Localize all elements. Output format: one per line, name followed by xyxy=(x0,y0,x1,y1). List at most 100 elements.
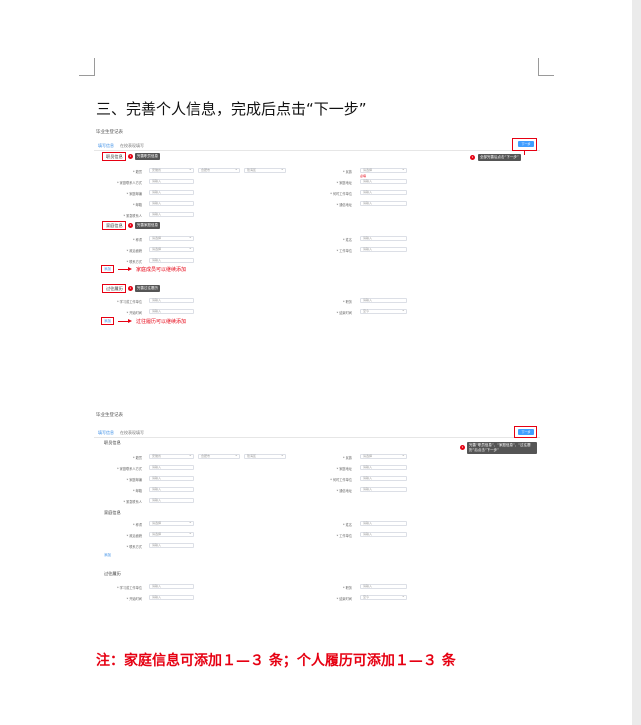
input-mail-address[interactable]: 请输入 xyxy=(360,201,407,206)
input-mail-address[interactable]: 请输入 xyxy=(360,487,407,492)
form-title: 毕业生登记表 xyxy=(96,130,123,135)
input-emergency-contact[interactable]: 请输入 xyxy=(149,212,194,217)
tip-family: 完善家庭信息 xyxy=(135,222,160,229)
input-member-name[interactable]: 请输入 xyxy=(360,236,407,241)
field-label: * 籍贯 xyxy=(133,170,142,174)
marker-dot: 1 xyxy=(128,223,133,228)
tab-fill-info[interactable]: 填写信息 xyxy=(98,430,114,435)
select-relation[interactable]: 请选择 xyxy=(149,235,194,241)
crop-mark-top-left xyxy=(79,58,95,76)
select-province[interactable]: 安徽省 xyxy=(149,167,194,173)
select-district[interactable]: 瑶海区 xyxy=(244,167,286,173)
input-member-phone[interactable]: 请输入 xyxy=(149,543,194,548)
field-label: * 结束时间 xyxy=(336,311,352,315)
highlight-history xyxy=(102,284,126,293)
select-end-date[interactable]: 至今 xyxy=(360,308,407,314)
input-home-address[interactable]: 请输入 xyxy=(360,179,407,184)
input-family-contact[interactable]: 请输入 xyxy=(149,179,194,184)
field-label: * 工作单位 xyxy=(336,534,352,538)
field-label: * 姓名 xyxy=(343,523,352,527)
field-label: * 学习或工作单位 xyxy=(117,586,142,590)
input-emergency-contact[interactable]: 请输入 xyxy=(149,498,194,503)
field-label: * 家庭联系人方式 xyxy=(117,467,142,471)
input-family-contact[interactable]: 请输入 xyxy=(149,465,194,470)
tip-history: 完善过往履历 xyxy=(135,285,160,292)
field-label: * 何时工作单位 xyxy=(330,478,352,482)
select-political[interactable]: 请选择 xyxy=(149,531,194,537)
family-note: 家庭成员可以继续添加 xyxy=(136,267,187,273)
field-label: * 家庭地址 xyxy=(336,181,352,185)
field-label: * 工作单位 xyxy=(336,249,352,253)
tab-performance[interactable]: 在校表现填写 xyxy=(120,430,144,435)
select-ethnicity[interactable]: 请选择 xyxy=(360,453,407,459)
connector-line xyxy=(524,151,525,155)
field-label: * 通信地址 xyxy=(336,489,352,493)
field-label: * 何时工作单位 xyxy=(330,192,352,196)
input-postcode[interactable]: 请输入 xyxy=(149,190,194,195)
select-city[interactable]: 合肥市 xyxy=(198,453,240,459)
field-label: * 政治面貌 xyxy=(126,249,142,253)
field-label: * 姓名 xyxy=(343,238,352,242)
field-label: * 职务 xyxy=(343,586,352,590)
input-postcode[interactable]: 请输入 xyxy=(149,476,194,481)
input-work-unit[interactable]: 请输入 xyxy=(360,476,407,481)
tip-basic: 完善职员信息 xyxy=(135,153,160,160)
select-political[interactable]: 请选择 xyxy=(149,246,194,252)
input-home-address[interactable]: 请输入 xyxy=(360,465,407,470)
section-family-title: 家庭信息 xyxy=(104,510,121,515)
select-ethnicity[interactable]: 请选择 xyxy=(360,167,407,173)
screenshot-form-annotated: 毕业生登记表 填写信息 在校表现填写 下一步 1 全部完善后点击“下一步” 职员信… xyxy=(94,129,540,339)
input-member-phone[interactable]: 请输入 xyxy=(149,258,194,263)
tab-performance[interactable]: 在校表现填写 xyxy=(120,143,144,148)
history-note: 过往履历可以继续添加 xyxy=(136,319,187,325)
marker-dot: 1 xyxy=(470,155,475,160)
form-tabs: 填写信息 在校表现填写 xyxy=(98,143,144,149)
input-history-unit[interactable]: 请输入 xyxy=(149,298,194,303)
highlight-add-family xyxy=(101,265,114,273)
input-work-unit[interactable]: 请输入 xyxy=(360,190,407,195)
highlight-add-history xyxy=(101,317,114,325)
input-start-date[interactable]: 请输入 xyxy=(149,595,194,600)
input-history-title[interactable]: 请输入 xyxy=(360,298,407,303)
field-label: * 家庭邮编 xyxy=(126,478,142,482)
arrow-icon xyxy=(118,267,132,271)
field-label: * 通信地址 xyxy=(336,203,352,207)
input-member-unit[interactable]: 请输入 xyxy=(360,247,407,252)
add-family-link[interactable]: 添加 xyxy=(104,553,111,558)
select-city[interactable]: 合肥市 xyxy=(198,167,240,173)
input-email[interactable]: 请输入 xyxy=(149,487,194,492)
input-start-date[interactable]: 请输入 xyxy=(149,309,194,314)
input-member-name[interactable]: 请输入 xyxy=(360,521,407,526)
tab-fill-info[interactable]: 填写信息 xyxy=(98,143,114,148)
select-district[interactable]: 瑶海区 xyxy=(244,453,286,459)
tip-next: 完善“职员信息”、“家庭信息”、“过往履历”后点击“下一步” xyxy=(467,442,537,454)
field-label: * 开始时间 xyxy=(126,597,142,601)
input-email[interactable]: 请输入 xyxy=(149,201,194,206)
select-province[interactable]: 安徽省 xyxy=(149,453,194,459)
input-history-unit[interactable]: 请输入 xyxy=(149,584,194,589)
highlight-next-button xyxy=(514,426,537,438)
input-member-unit[interactable]: 请输入 xyxy=(360,532,407,537)
field-label: * 学习或工作单位 xyxy=(117,300,142,304)
section-basic-title: 职员信息 xyxy=(104,440,121,445)
arrow-icon xyxy=(118,319,132,323)
select-end-date[interactable]: 至今 xyxy=(360,594,407,600)
input-history-title[interactable]: 请输入 xyxy=(360,584,407,589)
field-label: * 政治面貌 xyxy=(126,534,142,538)
field-label: * 籍贯 xyxy=(133,456,142,460)
page-heading: 三、完善个人信息，完成后点击“下一步” xyxy=(96,100,367,118)
field-label: * 家庭联系人方式 xyxy=(117,181,142,185)
field-label: * 职务 xyxy=(343,300,352,304)
field-label: * 民族 xyxy=(343,170,352,174)
highlight-next-button xyxy=(512,138,537,151)
screenshot-form-next: 毕业生登记表 填写信息 在校表现填写 下一步 1 完善“职员信息”、“家庭信息”、… xyxy=(94,412,540,608)
page-edge-scrollbar[interactable] xyxy=(632,0,641,725)
field-label: * 称谓 xyxy=(133,523,142,527)
select-relation[interactable]: 请选择 xyxy=(149,520,194,526)
field-label: * 紧急联系人 xyxy=(123,500,142,504)
field-label: * 结束时间 xyxy=(336,597,352,601)
marker-dot: 1 xyxy=(128,286,133,291)
field-label: * 开始时间 xyxy=(126,311,142,315)
marker-dot: 1 xyxy=(128,154,133,159)
page-note: 注：家庭信息可添加１—３ 条；个人履历可添加１—３ 条 xyxy=(96,653,456,669)
